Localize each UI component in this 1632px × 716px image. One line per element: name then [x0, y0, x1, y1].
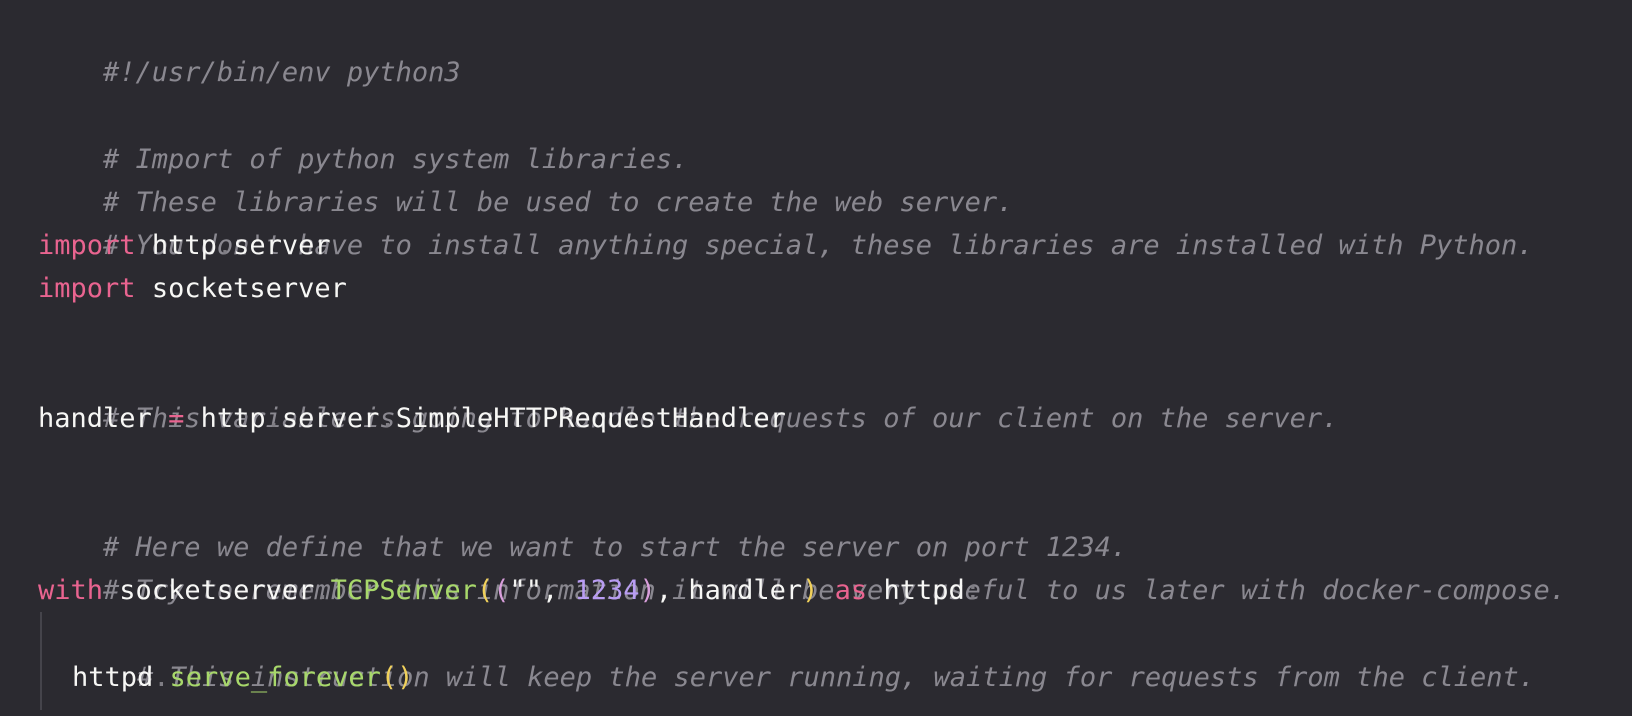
assignment-operator: =: [168, 402, 185, 434]
module-socketserver: socketserver: [151, 273, 347, 305]
module-socketserver: socketserver: [119, 575, 315, 607]
module-server: server: [281, 402, 380, 434]
as-keyword: as: [834, 575, 868, 607]
variable-httpd: httpd: [72, 661, 154, 693]
with-keyword: with: [38, 575, 104, 607]
code-line-16: httpd.serve_forever(): [38, 656, 1632, 699]
call-parens: (): [380, 661, 414, 693]
module-http: http: [151, 229, 217, 261]
open-paren-inner: (: [493, 575, 510, 607]
close-paren: ): [802, 575, 819, 607]
argument-handler: handler: [688, 575, 803, 607]
module-http: http: [200, 402, 266, 434]
function-serve-forever: serve_forever: [169, 661, 381, 693]
function-tcpserver: TCPServer: [330, 575, 477, 607]
code-line-9: # This variable is going to handle the r…: [38, 354, 1632, 434]
open-paren: (: [476, 575, 494, 607]
empty-string: "": [509, 575, 542, 607]
dot-separator: .: [265, 402, 282, 434]
code-line-4: # These libraries will be used to create…: [38, 138, 1632, 218]
comma: ,: [542, 575, 575, 607]
colon: :: [964, 575, 981, 607]
code-line-6: import http.server: [38, 224, 1632, 267]
dot-separator: .: [216, 229, 234, 261]
module-server: server: [233, 229, 331, 261]
code-line-10: handler = http.server.SimpleHTTPRequestH…: [38, 397, 1632, 440]
class-simple-http-request-handler: SimpleHTTPRequestHandler: [395, 402, 786, 434]
variable-httpd: httpd: [883, 575, 965, 607]
dot-separator: .: [153, 661, 170, 693]
code-line-7: import socketserver: [38, 267, 1632, 310]
import-keyword: import: [38, 229, 136, 261]
dot-separator: .: [314, 575, 331, 607]
port-number: 1234: [574, 575, 640, 607]
close-paren-inner: ): [639, 575, 656, 607]
variable-handler: handler: [38, 402, 152, 434]
code-line-12: # Here we define that we want to start t…: [38, 483, 1632, 563]
code-line-13: # Try to remember this information it wi…: [38, 526, 1632, 606]
import-keyword: import: [38, 273, 136, 305]
code-line-1: #!/usr/bin/env python3: [38, 8, 1632, 88]
dot-separator: .: [379, 402, 396, 434]
code-line-3: # Import of python system libraries.: [38, 94, 1632, 175]
code-editor[interactable]: #!/usr/bin/env python3 # Import of pytho…: [0, 0, 1632, 716]
comma: ,: [655, 575, 689, 607]
code-line-5: # You don't have to install anything spe…: [38, 181, 1632, 261]
code-line-15: # This instruction will keep the server …: [38, 613, 1632, 693]
code-line-14: with socketserver.TCPServer(("", 1234), …: [38, 569, 1632, 612]
